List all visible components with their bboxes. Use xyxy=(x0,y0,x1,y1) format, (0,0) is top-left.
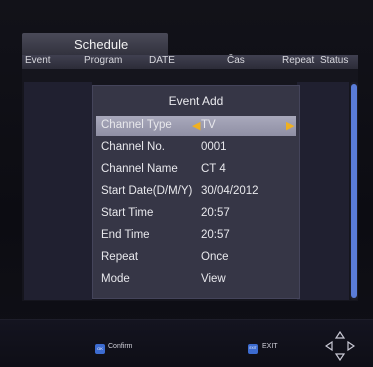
field-value: 30/04/2012 xyxy=(201,185,259,197)
navigation-dpad-icon xyxy=(325,331,355,361)
event-add-dialog: Event Add Channel Type ◀ TV ▶ Channel No… xyxy=(92,85,300,299)
dialog-title: Event Add xyxy=(168,94,224,108)
field-value: 20:57 xyxy=(201,207,230,219)
tv-screen: Schedule Event Program DATE Čas Repeat S… xyxy=(0,0,373,367)
field-label: End Time xyxy=(101,229,150,241)
column-status: Status xyxy=(320,55,349,66)
ok-key-text: OK xyxy=(97,346,103,351)
field-channel-type[interactable]: Channel Type ◀ TV ▶ xyxy=(96,116,296,136)
field-label: Channel Type xyxy=(101,119,172,131)
exit-label: EXIT xyxy=(262,343,278,350)
field-label: Channel Name xyxy=(101,163,178,175)
column-repeat: Repeat xyxy=(282,55,315,66)
field-label: Start Time xyxy=(101,207,154,219)
field-end-time[interactable]: End Time 20:57 xyxy=(96,226,296,246)
status-column-panel xyxy=(297,82,349,300)
field-repeat[interactable]: Repeat Once xyxy=(96,248,296,268)
field-value: View xyxy=(201,273,226,285)
footer-bar xyxy=(0,319,373,367)
field-value: 0001 xyxy=(201,141,227,153)
field-label: Start Date(D/M/Y) xyxy=(101,185,193,197)
column-date: DATE xyxy=(149,55,175,66)
column-program: Program xyxy=(84,55,123,66)
field-label: Repeat xyxy=(101,251,139,263)
field-value: TV xyxy=(201,119,216,131)
tab-schedule[interactable]: Schedule xyxy=(22,33,168,55)
right-arrow-icon[interactable]: ▶ xyxy=(286,119,294,132)
confirm-label: Confirm xyxy=(108,343,133,350)
field-channel-name[interactable]: Channel Name CT 4 xyxy=(96,160,296,180)
field-label: Channel No. xyxy=(101,141,165,153)
ok-key-icon: OK xyxy=(95,344,105,354)
field-value: 20:57 xyxy=(201,229,230,241)
exit-key-text: EXIT xyxy=(249,346,257,350)
column-header-bar: Event Program DATE Čas Repeat Status xyxy=(22,55,358,69)
event-column-panel xyxy=(24,82,92,300)
field-value: CT 4 xyxy=(201,163,226,175)
field-label: Mode xyxy=(101,273,130,285)
tab-title: Schedule xyxy=(74,37,129,52)
field-mode[interactable]: Mode View xyxy=(96,270,296,290)
exit-key-icon: EXIT xyxy=(248,344,258,354)
field-channel-no[interactable]: Channel No. 0001 xyxy=(96,138,296,158)
field-start-date[interactable]: Start Date(D/M/Y) 30/04/2012 xyxy=(96,182,296,202)
field-start-time[interactable]: Start Time 20:57 xyxy=(96,204,296,224)
field-value: Once xyxy=(201,251,229,263)
column-event: Event xyxy=(25,55,51,66)
left-arrow-icon[interactable]: ◀ xyxy=(192,119,200,132)
column-time: Čas xyxy=(227,55,245,66)
scrollbar-thumb[interactable] xyxy=(351,84,357,298)
